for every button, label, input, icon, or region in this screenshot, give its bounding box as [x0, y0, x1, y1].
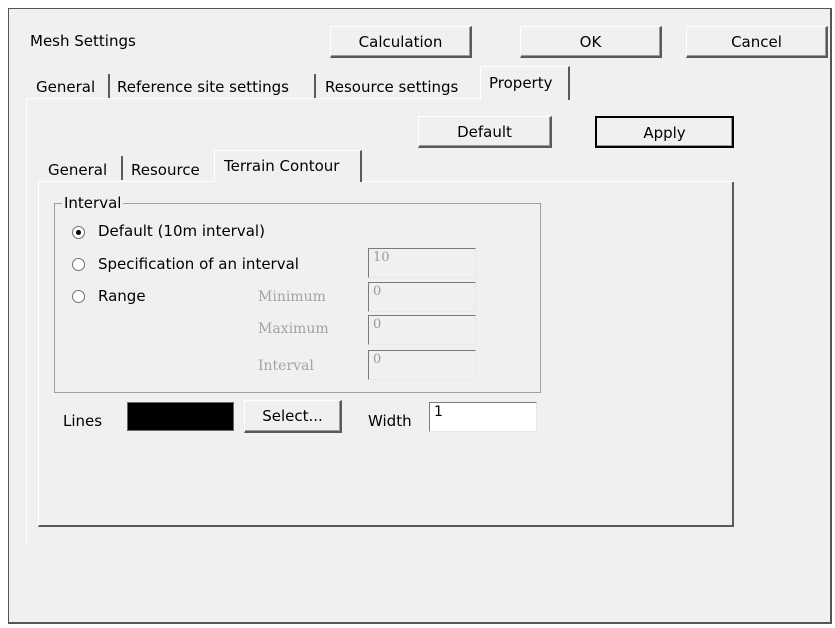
subtab-separator: [121, 156, 123, 180]
subtab-general[interactable]: General: [48, 161, 107, 179]
width-field[interactable]: 1: [429, 402, 537, 432]
radio-specification-interval[interactable]: [72, 258, 85, 271]
panel-top-edge: [362, 181, 734, 182]
property-page-edge: [26, 98, 27, 543]
radio-default-interval[interactable]: [72, 226, 85, 239]
tab-separator: [108, 74, 110, 98]
minimum-label: Minimum: [258, 289, 326, 305]
interval-field[interactable]: 0: [368, 350, 476, 380]
width-label: Width: [368, 412, 412, 430]
line-color-swatch: [127, 402, 234, 431]
maximum-field[interactable]: 0: [368, 315, 476, 345]
interval-group-title: Interval: [62, 194, 124, 212]
cancel-button[interactable]: Cancel: [686, 26, 828, 58]
subtab-terrain-contour-label: Terrain Contour: [224, 157, 340, 175]
tab-property[interactable]: Property: [480, 66, 570, 100]
radio-default-interval-label[interactable]: Default (10m interval): [98, 222, 265, 240]
dialog-title: Mesh Settings: [30, 32, 136, 50]
tab-reference-site-settings[interactable]: Reference site settings: [117, 78, 289, 96]
radio-range-label[interactable]: Range: [98, 287, 146, 305]
lines-label: Lines: [63, 412, 103, 430]
apply-button[interactable]: Apply: [595, 116, 734, 148]
tab-separator: [314, 74, 316, 98]
subtab-terrain-contour[interactable]: Terrain Contour: [214, 150, 362, 182]
select-color-button[interactable]: Select...: [244, 400, 342, 433]
tab-resource-settings[interactable]: Resource settings: [325, 78, 458, 96]
tab-general[interactable]: General: [36, 78, 95, 96]
specification-interval-field[interactable]: 10: [368, 248, 476, 278]
radio-range[interactable]: [72, 290, 85, 303]
tab-strip-line: [28, 98, 482, 99]
subtab-resource[interactable]: Resource: [131, 161, 200, 179]
panel-top-edge: [38, 181, 214, 182]
calculation-button[interactable]: Calculation: [330, 26, 472, 58]
interval-label: Interval: [258, 358, 314, 374]
ok-button[interactable]: OK: [520, 26, 662, 58]
maximum-label: Maximum: [258, 321, 329, 337]
radio-specification-interval-label[interactable]: Specification of an interval: [98, 255, 299, 273]
default-button[interactable]: Default: [418, 116, 552, 148]
minimum-field[interactable]: 0: [368, 282, 476, 312]
tab-property-label: Property: [489, 74, 553, 92]
